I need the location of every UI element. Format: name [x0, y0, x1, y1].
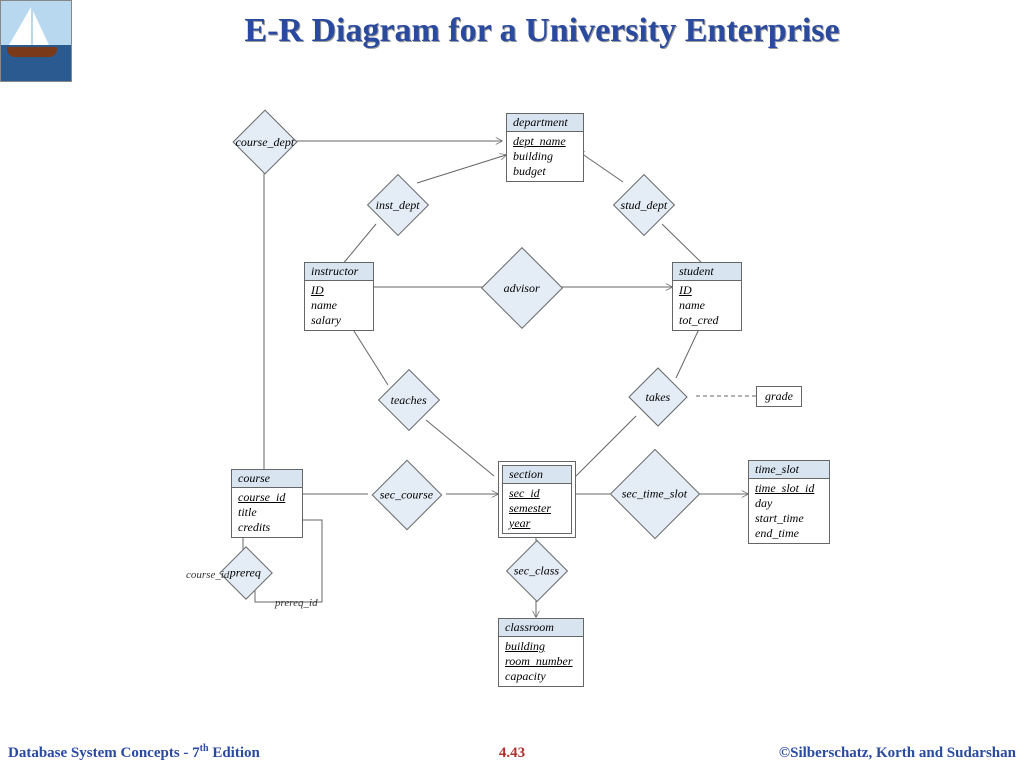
- entity-course: course course_idtitlecredits: [231, 469, 303, 538]
- entity-instructor: instructor IDnamesalary: [304, 262, 374, 331]
- role-course-id: course_id: [186, 569, 229, 581]
- entity-student: student IDnametot_cred: [672, 262, 742, 331]
- entity-time-slot: time_slot time_slot_iddaystart_timeend_t…: [748, 460, 830, 544]
- slide: E-R Diagram for a University Enterprise: [0, 0, 1024, 768]
- entity-classroom: classroom buildingroom_numbercapacity: [498, 618, 584, 687]
- role-prereq-id: prereq_id: [275, 597, 318, 609]
- attr-grade: grade: [756, 386, 802, 407]
- entity-department: department dept_namebuildingbudget: [506, 113, 584, 182]
- entity-section: section sec_idsemesteryear: [502, 465, 572, 534]
- footer-right: ©Silberschatz, Korth and Sudarshan: [779, 745, 1016, 762]
